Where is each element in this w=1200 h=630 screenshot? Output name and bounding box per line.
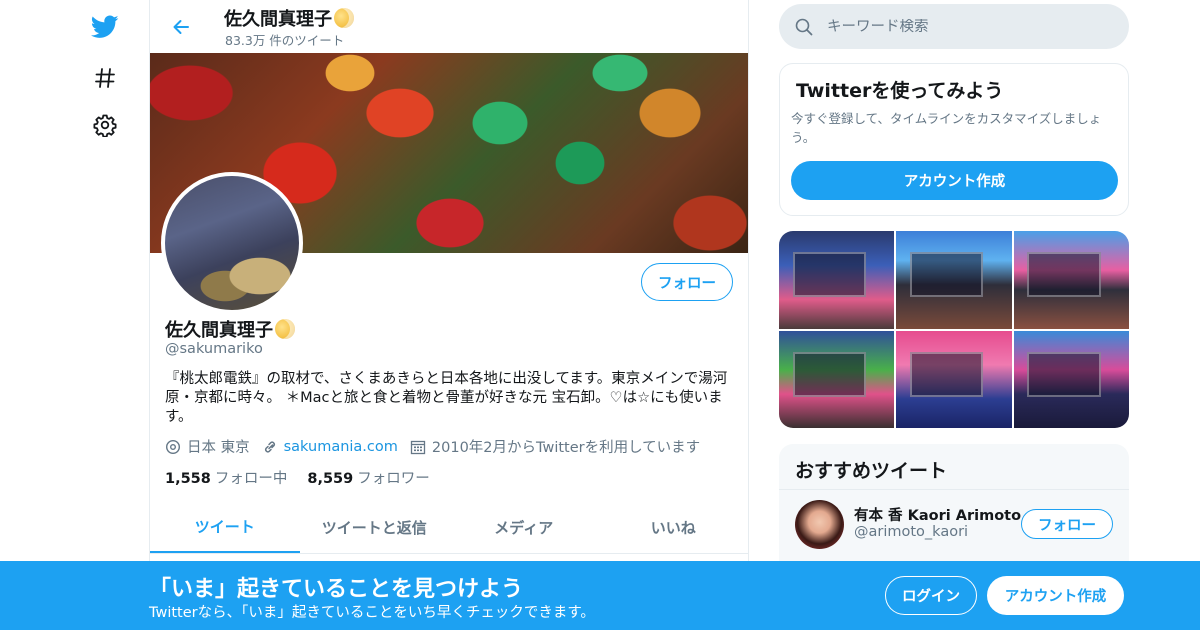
banner-subtitle: Twitterなら、「いま」起きていることをいち早くチェックできます。 [149, 605, 595, 621]
tweet-count: 83.3万 件のツイート [225, 33, 345, 48]
back-button[interactable] [166, 12, 196, 42]
gear-icon [93, 114, 117, 137]
settings-button[interactable] [90, 110, 120, 140]
media-thumbnail[interactable] [1013, 231, 1129, 329]
media-grid [779, 231, 1129, 428]
signup-title: Twitterを使ってみよう [796, 80, 1004, 102]
calendar-icon [410, 440, 426, 454]
location-pin-icon [165, 439, 181, 454]
join-date-text: 2010年2月からTwitterを利用しています [431, 440, 701, 456]
twitter-logo-button[interactable] [90, 12, 120, 42]
follow-button[interactable]: フォロー [641, 263, 733, 301]
join-date: 2010年2月からTwitterを利用しています [410, 436, 700, 457]
recommended-title: おすすめツイート [795, 460, 948, 482]
tab-tweets-replies[interactable]: ツイートと返信 [300, 502, 450, 553]
profile-handle: @sakumariko [165, 341, 263, 357]
signup-text: 今すぐ登録して、タイムラインをカスタマイズしましょう。 [791, 111, 1102, 145]
profile-tabs: ツイート ツイートと返信 メディア いいね [150, 502, 748, 554]
search-box[interactable] [779, 4, 1129, 49]
profile-header: 佐久間真理子 83.3万 件のツイート [150, 0, 748, 53]
follow-counts: 1,558 フォロー中 8,559 フォロワー [165, 467, 450, 488]
profile-name: 佐久間真理子 [165, 316, 295, 342]
website-link[interactable]: sakumania.com [284, 439, 398, 455]
location: 日本 東京 [165, 436, 250, 457]
twitter-bird-icon [91, 15, 119, 38]
tab-tweets[interactable]: ツイート [150, 502, 300, 553]
header-name: 佐久間真理子 [224, 9, 332, 30]
recommended-follow-button[interactable]: フォロー [1021, 509, 1113, 539]
signup-card: Twitterを使ってみよう 今すぐ登録して、タイムラインをカスタマイズしましょ… [779, 63, 1129, 216]
recommended-user-name[interactable]: 有本 香 Kaori Arimoto [854, 504, 1021, 525]
followers-label: フォロワー [357, 471, 430, 487]
profile-avatar[interactable] [161, 172, 303, 314]
media-thumbnail[interactable] [896, 330, 1012, 428]
moon-icon [275, 319, 295, 339]
following-link[interactable]: 1,558 フォロー中 [165, 467, 287, 488]
header-title: 佐久間真理子 [224, 5, 354, 31]
search-icon [795, 18, 813, 35]
followers-link[interactable]: 8,559 フォロワー [307, 467, 429, 488]
following-label: フォロー中 [214, 471, 288, 487]
media-thumbnail[interactable] [896, 231, 1012, 329]
banner-title: 「いま」起きていることを見つけよう [149, 577, 524, 602]
website[interactable]: sakumania.com [262, 439, 398, 455]
media-thumbnail[interactable] [779, 231, 895, 329]
media-thumbnail[interactable] [1013, 330, 1129, 428]
login-button[interactable]: ログイン [885, 576, 977, 615]
moon-icon [334, 8, 354, 28]
divider [779, 489, 1129, 490]
tab-likes[interactable]: いいね [599, 502, 749, 553]
hashtag-icon [95, 68, 115, 88]
explore-button[interactable] [90, 63, 120, 93]
search-input[interactable] [827, 18, 1087, 35]
profile-bio: 『桃太郎電鉄』の取材で、さくまあきらと日本各地に出没してます。東京メインで湯河原… [165, 371, 728, 425]
media-thumbnail[interactable] [779, 330, 895, 428]
page: 佐久間真理子 83.3万 件のツイート フォロー 佐久間真理子 @sakumar… [0, 0, 1200, 630]
profile-name-text: 佐久間真理子 [165, 320, 273, 341]
avatar[interactable] [795, 500, 844, 549]
tab-media[interactable]: メディア [449, 502, 599, 553]
link-icon [264, 440, 275, 453]
recommended-user-handle: @arimoto_kaori [854, 524, 969, 540]
create-account-button[interactable]: アカウント作成 [791, 161, 1118, 200]
followers-count: 8,559 [307, 471, 354, 487]
following-count: 1,558 [165, 471, 211, 487]
profile-column: 佐久間真理子 83.3万 件のツイート フォロー 佐久間真理子 @sakumar… [149, 0, 749, 630]
signup-button[interactable]: アカウント作成 [987, 576, 1124, 615]
profile-meta: 日本 東京 sakumania.com 2010年2月からTwitterを利用し… [165, 436, 712, 457]
signup-banner: 「いま」起きていることを見つけよう Twitterなら、「いま」起きていることを… [0, 561, 1200, 630]
location-text: 日本 東京 [187, 440, 250, 456]
left-nav [80, 0, 130, 630]
back-arrow-icon [173, 20, 189, 34]
